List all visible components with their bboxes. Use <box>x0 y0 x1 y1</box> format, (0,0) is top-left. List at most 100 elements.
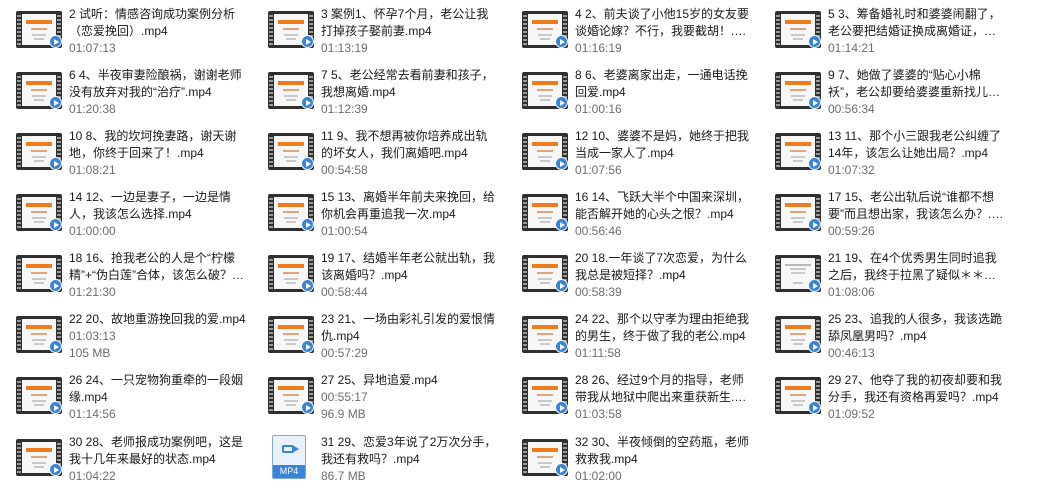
file-name: 27 25、异地追爱.mp4 <box>321 373 438 387</box>
file-name: 21 19、在4个优秀男生同时追我之后，我终于拉黑了疑似＊＊＊前… <box>828 251 997 282</box>
play-badge-icon <box>555 96 568 109</box>
file-name: 8 6、老婆离家出走，一通电话挽回爱.mp4 <box>575 68 748 99</box>
play-badge-icon <box>808 340 821 353</box>
file-item[interactable]: 12 10、婆婆不是妈，她终于把我当成一家人了.mp4 01:07:56 <box>506 124 754 184</box>
file-duration: 00:46:13 <box>828 346 875 360</box>
play-badge-icon <box>555 35 568 48</box>
file-item[interactable]: 14 12、一边是妻子，一边是情人，我该怎么选择.mp4 01:00:00 <box>0 185 248 245</box>
file-item[interactable]: 25 23、追我的人很多，我该选跪舔凤凰男吗？.mp4 00:46:13 <box>759 307 1007 367</box>
file-duration: 01:04:22 <box>69 469 116 483</box>
play-badge-icon <box>49 96 62 109</box>
file-item[interactable]: MP4 31 29、恋爱3年说了2万次分手，我还有救吗？.mp4 86.7 MB <box>252 430 500 490</box>
file-item[interactable]: 9 7、她做了婆婆的“贴心小棉袄”，老公却要给婆婆重新找儿媳妇，w… 00:56:… <box>759 63 1007 123</box>
play-badge-icon <box>49 35 62 48</box>
file-name: 30 28、老师报成功案例吧，这是我十几年来最好的状态.mp4 <box>69 435 244 466</box>
file-item[interactable]: 17 15、老公出轨后说“谁都不想要”而且想出家，我该怎么办？.mp4 00:59… <box>759 185 1007 245</box>
play-badge-icon <box>555 218 568 231</box>
file-name: 17 15、老公出轨后说“谁都不想要”而且想出家，我该怎么办？.mp4 <box>828 190 1002 221</box>
play-badge-icon <box>808 35 821 48</box>
file-grid: 2 试听：情感咨询成功案例分析（恋爱挽回）.mp4 01:07:13 3 案例1、怀… <box>0 0 1047 498</box>
file-item[interactable]: 11 9、我不想再被你培养成出轨的坏女人，我们离婚吧.mp4 00:54:58 <box>252 124 500 184</box>
file-duration: 01:07:13 <box>69 41 116 55</box>
file-item[interactable]: 32 30、半夜倾倒的空药瓶，老师救救我.mp4 01:02:00 <box>506 430 754 490</box>
file-item[interactable]: 30 28、老师报成功案例吧，这是我十几年来最好的状态.mp4 01:04:22 <box>0 430 248 490</box>
file-item[interactable]: 21 19、在4个优秀男生同时追我之后，我终于拉黑了疑似＊＊＊前… 01:08:0… <box>759 246 1007 306</box>
file-item[interactable]: 23 21、一场由彩礼引发的爱恨情仇.mp4 00:57:29 <box>252 307 500 367</box>
file-duration: 01:09:52 <box>828 407 875 421</box>
file-duration: 01:07:56 <box>575 163 622 177</box>
file-duration: 01:21:30 <box>69 285 116 299</box>
file-duration: 01:00:00 <box>69 224 116 238</box>
file-name: 16 14、飞跃大半个中国来深圳，能否解开她的心头之恨？.mp4 <box>575 190 750 221</box>
file-item[interactable]: 24 22、那个以守孝为理由拒绝我的男生，终于做了我的老公.mp4 01:11:5… <box>506 307 754 367</box>
file-name: 14 12、一边是妻子，一边是情人，我该怎么选择.mp4 <box>69 190 232 221</box>
play-badge-icon <box>808 401 821 414</box>
file-duration: 01:11:58 <box>575 346 621 360</box>
file-duration: 01:20:38 <box>69 102 116 116</box>
file-name: 5 3、筹备婚礼时和婆婆闹翻了，老公要把结婚证换成离婚证，怎么… <box>828 7 1001 38</box>
file-item[interactable]: 18 16、抢我老公的人是个“柠檬精”+“伪白莲”合体，该怎么破？.mp4 01:… <box>0 246 248 306</box>
play-badge-icon <box>49 463 62 476</box>
play-badge-icon <box>555 401 568 414</box>
file-item[interactable]: 4 2、前夫谈了小他15岁的女友要谈婚论嫁？不行，我要截胡！.mp4 01:16:… <box>506 2 754 62</box>
file-duration: 01:08:21 <box>69 163 116 177</box>
play-badge-icon <box>301 401 314 414</box>
file-name: 26 24、一只宠物狗重牵的一段姻缘.mp4 <box>69 373 244 404</box>
file-name: 31 29、恋爱3年说了2万次分手，我还有救吗？.mp4 <box>321 435 497 466</box>
file-size: 105 MB <box>69 346 111 360</box>
file-item[interactable]: 15 13、离婚半年前夫来挽回，给你机会再重追我一次.mp4 01:00:54 <box>252 185 500 245</box>
play-badge-icon <box>808 218 821 231</box>
play-badge-icon <box>301 279 314 292</box>
file-name: 18 16、抢我老公的人是个“柠檬精”+“伪白莲”合体，该怎么破？.mp4 <box>69 251 246 282</box>
file-item[interactable]: 27 25、异地追爱.mp4 00:55:17 96.9 MB <box>252 368 500 428</box>
file-duration: 00:54:58 <box>321 163 368 177</box>
file-duration: 01:14:56 <box>69 407 116 421</box>
file-duration: 01:14:21 <box>828 41 875 55</box>
file-name: 12 10、婆婆不是妈，她终于把我当成一家人了.mp4 <box>575 129 750 160</box>
file-duration: 01:03:58 <box>575 407 622 421</box>
file-item[interactable]: 26 24、一只宠物狗重牵的一段姻缘.mp4 01:14:56 <box>0 368 248 428</box>
file-name: 4 2、前夫谈了小他15岁的女友要谈婚论嫁？不行，我要截胡！.mp4 <box>575 7 752 38</box>
file-duration: 00:57:29 <box>321 346 368 360</box>
play-badge-icon <box>49 401 62 414</box>
file-item[interactable]: 8 6、老婆离家出走，一通电话挽回爱.mp4 01:00:16 <box>506 63 754 123</box>
play-badge-icon <box>301 35 314 48</box>
file-item[interactable]: 7 5、老公经常去看前妻和孩子，我想离婚.mp4 01:12:39 <box>252 63 500 123</box>
file-name: 29 27、他夺了我的初夜却要和我分手，我还有资格再爱吗？.mp4 <box>828 373 1003 404</box>
file-item[interactable]: 5 3、筹备婚礼时和婆婆闹翻了，老公要把结婚证换成离婚证，怎么… 01:14:21 <box>759 2 1007 62</box>
file-name: 10 8、我的坎坷挽妻路，谢天谢地，你终于回来了！.mp4 <box>69 129 237 160</box>
file-item[interactable]: 6 4、半夜审妻险酿祸，谢谢老师没有放弃对我的“治疗”.mp4 01:20:38 <box>0 63 248 123</box>
file-name: 2 试听：情感咨询成功案例分析（恋爱挽回）.mp4 <box>69 7 236 38</box>
file-name: 25 23、追我的人很多，我该选跪舔凤凰男吗？.mp4 <box>828 312 1003 343</box>
file-item[interactable]: 20 18.一年谈了7次恋爱，为什么我总是被短择？.mp4 00:58:39 <box>506 246 754 306</box>
file-name: 22 20、故地重游挽回我的爱.mp4 <box>69 312 246 326</box>
file-item[interactable]: 16 14、飞跃大半个中国来深圳，能否解开她的心头之恨？.mp4 00:56:46 <box>506 185 754 245</box>
file-item[interactable]: 13 11、那个小三跟我老公纠缠了14年，该怎么让她出局？.mp4 01:07:3… <box>759 124 1007 184</box>
file-name: 3 案例1、怀孕7个月，老公让我打掉孩子娶前妻.mp4 <box>321 7 489 38</box>
file-duration: 00:55:17 <box>321 390 368 404</box>
file-item[interactable]: 19 17、结婚半年老公就出轨，我该离婚吗？.mp4 00:58:44 <box>252 246 500 306</box>
play-badge-icon <box>808 96 821 109</box>
play-badge-icon <box>555 157 568 170</box>
file-duration: 01:08:06 <box>828 285 875 299</box>
file-item[interactable]: 10 8、我的坎坷挽妻路，谢天谢地，你终于回来了！.mp4 01:08:21 <box>0 124 248 184</box>
file-duration: 01:00:54 <box>321 224 368 238</box>
file-item[interactable]: 2 试听：情感咨询成功案例分析（恋爱挽回）.mp4 01:07:13 <box>0 2 248 62</box>
file-item[interactable]: 28 26、经过9个月的指导，老师带我从地狱中爬出来重获新生.mp4 01:03:… <box>506 368 754 428</box>
file-item[interactable]: 29 27、他夺了我的初夜却要和我分手，我还有资格再爱吗？.mp4 01:09:5… <box>759 368 1007 428</box>
play-badge-icon <box>301 96 314 109</box>
file-item[interactable]: 22 20、故地重游挽回我的爱.mp4 01:03:13 105 MB <box>0 307 248 367</box>
file-duration: 00:59:26 <box>828 224 875 238</box>
file-name: 11 9、我不想再被你培养成出轨的坏女人，我们离婚吧.mp4 <box>321 129 488 160</box>
file-duration: 01:13:19 <box>321 41 368 55</box>
file-name: 20 18.一年谈了7次恋爱，为什么我总是被短择？.mp4 <box>575 251 748 282</box>
file-item[interactable]: 3 案例1、怀孕7个月，老公让我打掉孩子娶前妻.mp4 01:13:19 <box>252 2 500 62</box>
play-badge-icon <box>808 279 821 292</box>
file-duration: 01:16:19 <box>575 41 622 55</box>
file-name: 28 26、经过9个月的指导，老师带我从地狱中爬出来重获新生.mp4 <box>575 373 752 404</box>
file-name: 7 5、老公经常去看前妻和孩子，我想离婚.mp4 <box>321 68 494 99</box>
file-name: 6 4、半夜审妻险酿祸，谢谢老师没有放弃对我的“治疗”.mp4 <box>69 68 242 99</box>
file-duration: 01:00:16 <box>575 102 622 116</box>
file-duration: 00:56:34 <box>828 102 875 116</box>
file-name: 13 11、那个小三跟我老公纠缠了14年，该怎么让她出局？.mp4 <box>828 129 1002 160</box>
